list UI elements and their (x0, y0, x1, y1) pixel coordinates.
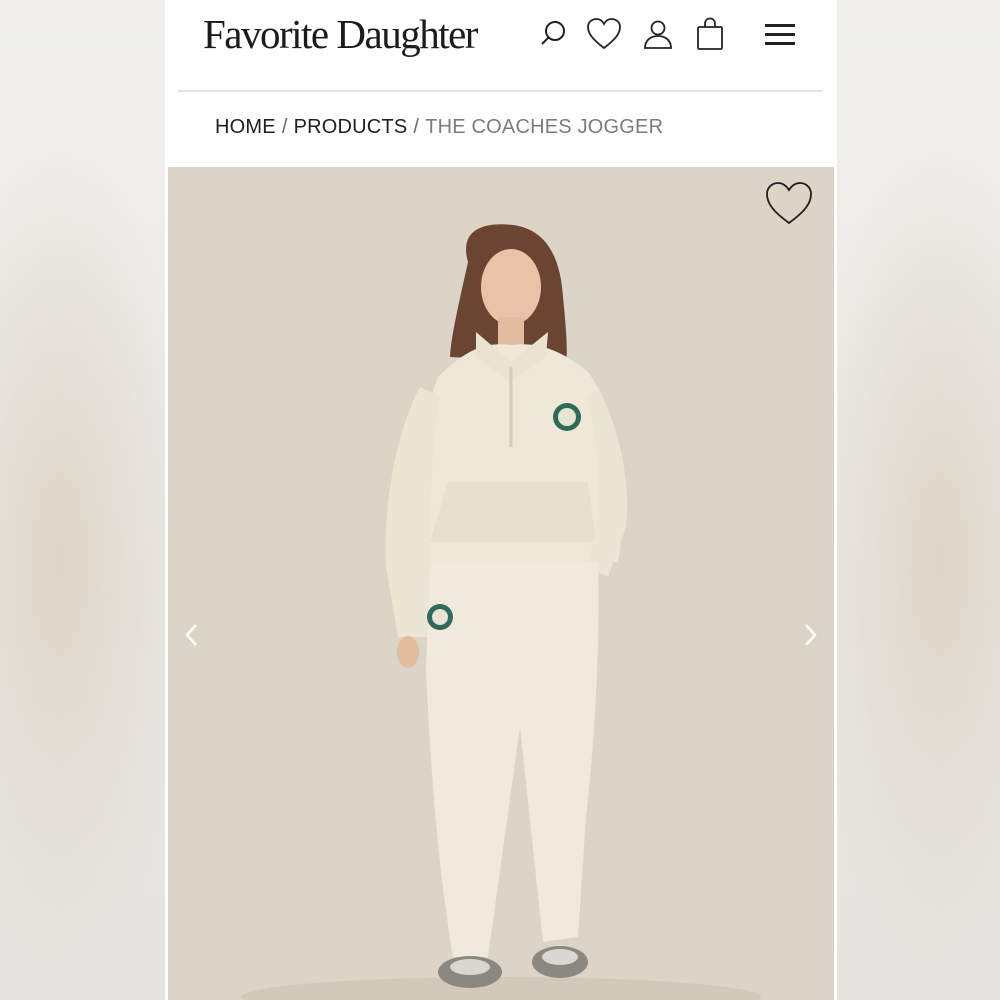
breadcrumb-separator: / (413, 116, 420, 138)
breadcrumb-separator: / (281, 116, 288, 138)
next-image-chevron-right-icon[interactable] (792, 617, 828, 653)
breadcrumb-current: THE COACHES JOGGER (425, 116, 664, 138)
account-icon[interactable] (636, 12, 680, 56)
menu-icon[interactable] (758, 12, 802, 56)
breadcrumb-products[interactable]: PRODUCTS (294, 116, 408, 138)
product-photo (168, 167, 834, 1000)
search-icon[interactable] (531, 12, 575, 56)
breadcrumb: HOME / PRODUCTS / THE COACHES JOGGER (215, 116, 663, 139)
prev-image-chevron-left-icon[interactable] (174, 617, 210, 653)
product-image-gallery[interactable] (168, 167, 834, 1000)
brand-logo[interactable]: Favorite Daughter (203, 10, 478, 58)
wishlist-heart-icon[interactable] (764, 179, 814, 229)
site-header: Favorite Daughter (165, 0, 837, 90)
bag-icon[interactable] (688, 12, 732, 56)
header-divider (178, 90, 823, 92)
product-page: Favorite Daughter HOME / PRODUCTS / THE … (165, 0, 837, 1000)
heart-icon[interactable] (582, 12, 626, 56)
breadcrumb-home[interactable]: HOME (215, 116, 276, 138)
